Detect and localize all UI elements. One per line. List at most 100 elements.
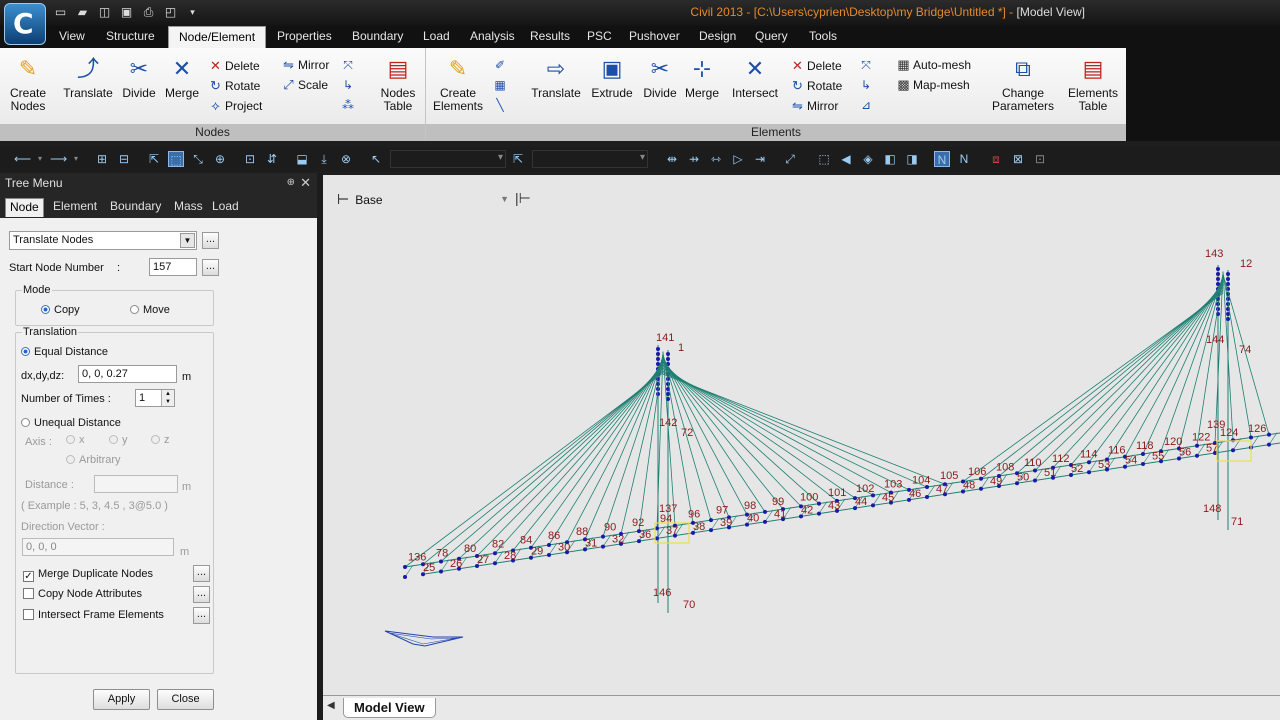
node-tool-1-icon[interactable]: ⤧ [340, 57, 356, 73]
axis-x-radio[interactable]: x [66, 434, 85, 446]
delete-nodes-button[interactable]: ✕ Delete [208, 57, 260, 75]
tab-query[interactable]: Query [745, 26, 798, 48]
scale-nodes-button[interactable]: ⤢ Scale [281, 76, 328, 94]
pointer-icon[interactable]: ↖ [368, 151, 384, 167]
open-icon[interactable]: ◫ [96, 4, 113, 20]
tab-analysis[interactable]: Analysis [460, 26, 525, 48]
lock-icon[interactable]: ⊠ [1010, 151, 1026, 167]
distance-field[interactable] [94, 475, 178, 493]
divide-nodes-button[interactable]: ✂ Divide [119, 54, 159, 100]
print-preview-icon[interactable]: ◰ [162, 4, 179, 20]
shade-icon[interactable]: ◨ [904, 151, 920, 167]
select-window-active-icon[interactable]: ⬚ [168, 151, 184, 167]
tab-results[interactable]: Results [520, 26, 580, 48]
select-all-icon[interactable]: ⬓ [294, 151, 310, 167]
select-intersect-icon[interactable]: ⤡ [190, 151, 206, 167]
select-window-icon[interactable]: ⊞ [94, 151, 110, 167]
pan-icon[interactable]: ◀ [838, 151, 854, 167]
mode-copy-radio[interactable]: Copy [41, 304, 80, 316]
zoom-window-icon[interactable]: ⤢ [782, 151, 798, 167]
tab-design[interactable]: Design [689, 26, 746, 48]
map-mesh-button[interactable]: ▩ Map-mesh [896, 76, 969, 94]
activity-icon[interactable]: ⇱ [510, 151, 526, 167]
active-all-icon[interactable]: ⇹ [664, 151, 680, 167]
apply-button[interactable]: Apply [93, 689, 150, 710]
mirror-nodes-button[interactable]: ⇋ Mirror [281, 56, 329, 74]
close-icon[interactable]: ✕ [300, 173, 311, 193]
direction-vector-field[interactable]: 0, 0, 0 [22, 538, 174, 556]
select-filter-icon[interactable]: ⤓ [316, 151, 332, 167]
active-identity-icon[interactable]: ⇿ [708, 151, 724, 167]
node-tool-3-icon[interactable]: ⁂ [340, 97, 356, 113]
element-number-icon[interactable]: N [956, 151, 972, 167]
function-more-button[interactable]: ... [202, 232, 219, 249]
extrude-button[interactable]: ▣ Extrude [588, 54, 636, 100]
start-node-more-button[interactable]: ... [202, 259, 219, 276]
start-node-field[interactable]: 157 [149, 258, 197, 276]
chevron-left-icon[interactable]: ◀ [327, 700, 335, 711]
redo-dropdown-icon[interactable]: ▾ [68, 151, 84, 167]
print-icon[interactable]: ⎙ [140, 4, 157, 20]
select-previous-icon[interactable]: ⇵ [264, 151, 280, 167]
change-parameters-button[interactable]: ⧉ Change Parameters [988, 54, 1058, 113]
function-select[interactable]: Translate Nodes ▼ [9, 231, 197, 250]
active-inverse-icon[interactable]: ⇸ [686, 151, 702, 167]
element-tool-1-icon[interactable]: ✐ [492, 57, 508, 73]
dxdydz-field[interactable]: 0, 0, 0.27 [78, 365, 177, 383]
pin-icon[interactable]: ⊕ [287, 173, 295, 193]
active-previous-icon[interactable]: ⇥ [752, 151, 768, 167]
axis-z-radio[interactable]: z [151, 434, 170, 446]
intersect-frame-more-button[interactable]: ... [193, 607, 210, 624]
play-icon[interactable]: ▷ [730, 151, 746, 167]
select-plane-icon[interactable]: ⊗ [338, 151, 354, 167]
translate-elements-button[interactable]: ⇨ Translate [528, 54, 584, 100]
merge-nodes-button[interactable]: ✕ Merge [162, 54, 202, 100]
axis-arbitrary-radio[interactable]: Arbitrary [66, 454, 121, 466]
rotate-elements-button[interactable]: ↻ Rotate [790, 77, 842, 95]
tab-mass[interactable]: Mass [170, 198, 207, 217]
nodes-table-button[interactable]: ▤ Nodes Table [374, 54, 422, 113]
intersect-button[interactable]: ✕ Intersect [728, 54, 782, 100]
tab-psc[interactable]: PSC [577, 26, 622, 48]
tab-load[interactable]: Load [413, 26, 460, 48]
project-nodes-button[interactable]: ⟡ Project [208, 97, 262, 115]
copy-attributes-more-button[interactable]: ... [193, 586, 210, 603]
element-tool-6-icon[interactable]: ⊿ [858, 97, 874, 113]
intersect-frame-checkbox[interactable]: Intersect Frame Elements [23, 609, 164, 621]
undo-dropdown-icon[interactable]: ▾ [32, 151, 48, 167]
mode-move-radio[interactable]: Move [130, 304, 170, 316]
translate-nodes-button[interactable]: ⤴ Translate [60, 54, 116, 100]
tab-structure[interactable]: Structure [96, 26, 165, 48]
equal-distance-radio[interactable]: Equal Distance [21, 346, 108, 358]
undo-icon[interactable]: ⟵ [14, 151, 31, 167]
tab-view[interactable]: View [49, 26, 95, 48]
rotate-nodes-button[interactable]: ↻ Rotate [208, 77, 260, 95]
delete-elements-button[interactable]: ✕ Delete [790, 57, 842, 75]
tab-tools[interactable]: Tools [799, 26, 847, 48]
close-button[interactable]: Close [157, 689, 214, 710]
num-times-spinner[interactable]: 1 ▲ ▼ [135, 389, 175, 407]
tab-pushover[interactable]: Pushover [619, 26, 690, 48]
copy-node-attributes-checkbox[interactable]: Copy Node Attributes [23, 588, 142, 600]
element-tool-2-icon[interactable]: ▦ [492, 77, 508, 93]
element-tool-3-icon[interactable]: ╲ [492, 97, 508, 113]
merge-elements-button[interactable]: ⊹ Merge [682, 54, 722, 100]
tab-element[interactable]: Element [49, 198, 101, 217]
elements-table-button[interactable]: ▤ Elements Table [1064, 54, 1122, 113]
model-view[interactable]: ⊢ Base ▼ |⊢ 136 78 80 82 84 86 88 90 92 94 96 97 98 99… [323, 175, 1280, 695]
hidden-view-icon[interactable]: ◧ [882, 151, 898, 167]
tab-properties[interactable]: Properties [267, 26, 342, 48]
save-icon[interactable]: ▣ [118, 4, 135, 20]
open-folder-icon[interactable]: ▰ [74, 4, 91, 20]
spin-down-icon[interactable]: ▼ [161, 398, 174, 406]
zoom-fit-icon[interactable]: ⬚ [816, 151, 832, 167]
auto-mesh-button[interactable]: ▦ Auto-mesh [896, 56, 971, 74]
merge-duplicate-checkbox[interactable]: ✓ Merge Duplicate Nodes [23, 568, 153, 582]
element-tool-5-icon[interactable]: ↳ [858, 77, 874, 93]
axis-y-radio[interactable]: y [109, 434, 128, 446]
qat-dropdown-icon[interactable]: ▾ [184, 4, 201, 20]
element-tool-4-icon[interactable]: ⤧ [858, 57, 874, 73]
active-dropdown[interactable]: ▾ [532, 150, 648, 168]
model-view-tab[interactable]: Model View [343, 698, 436, 718]
app-logo[interactable]: C [4, 3, 46, 45]
